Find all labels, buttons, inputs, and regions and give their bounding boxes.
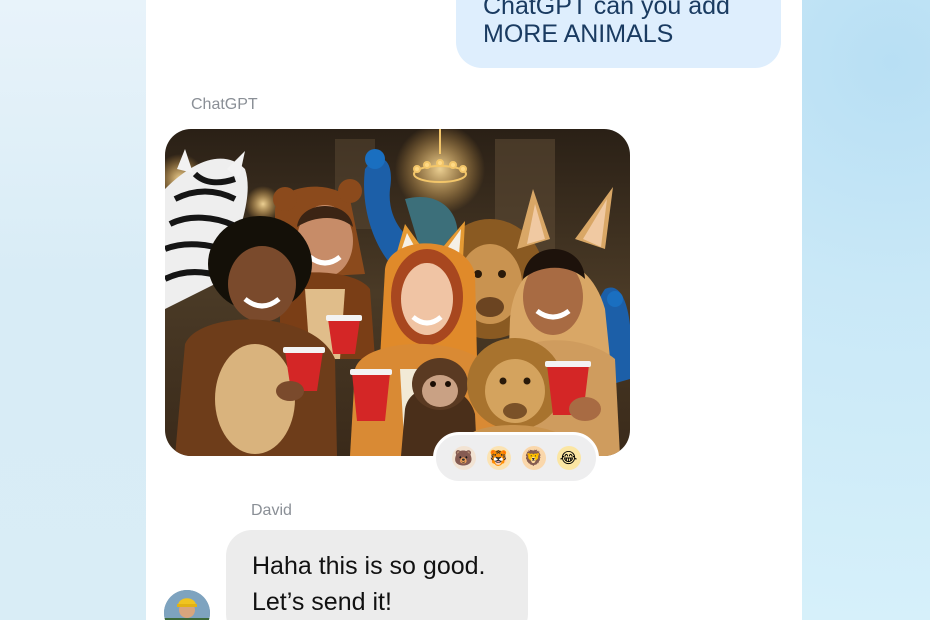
avatar-illustration bbox=[164, 590, 210, 620]
assistant-sender-label: ChatGPT bbox=[191, 96, 258, 113]
reply-sender-label: David bbox=[251, 502, 292, 519]
window-background-right bbox=[802, 0, 930, 620]
tears-of-joy-icon[interactable]: 😂 bbox=[556, 446, 581, 470]
reply-message-line-1: Haha this is so good. bbox=[252, 552, 486, 580]
bear-face-icon[interactable]: 🐻 bbox=[451, 446, 476, 470]
user-message-bubble: ChatGPT can you add MORE ANIMALS bbox=[456, 0, 781, 68]
tiger-face-icon[interactable]: 🐯 bbox=[486, 446, 511, 470]
reaction-bar: 🐻 🐯 🦁 😂 bbox=[433, 432, 599, 484]
user-message-line-2: MORE ANIMALS bbox=[483, 20, 674, 48]
window-background-left bbox=[0, 0, 146, 620]
user-message-line-1: ChatGPT can you add bbox=[483, 0, 730, 20]
generated-image[interactable] bbox=[165, 129, 630, 456]
chat-panel: ChatGPT can you add MORE ANIMALS ChatGPT bbox=[146, 0, 802, 620]
reply-message-line-2: Let’s send it! bbox=[252, 588, 392, 616]
lion-face-icon[interactable]: 🦁 bbox=[521, 446, 546, 470]
reply-message-bubble: Haha this is so good. Let’s send it! bbox=[226, 530, 528, 620]
generated-image-illustration bbox=[165, 129, 630, 456]
avatar[interactable] bbox=[164, 590, 210, 620]
